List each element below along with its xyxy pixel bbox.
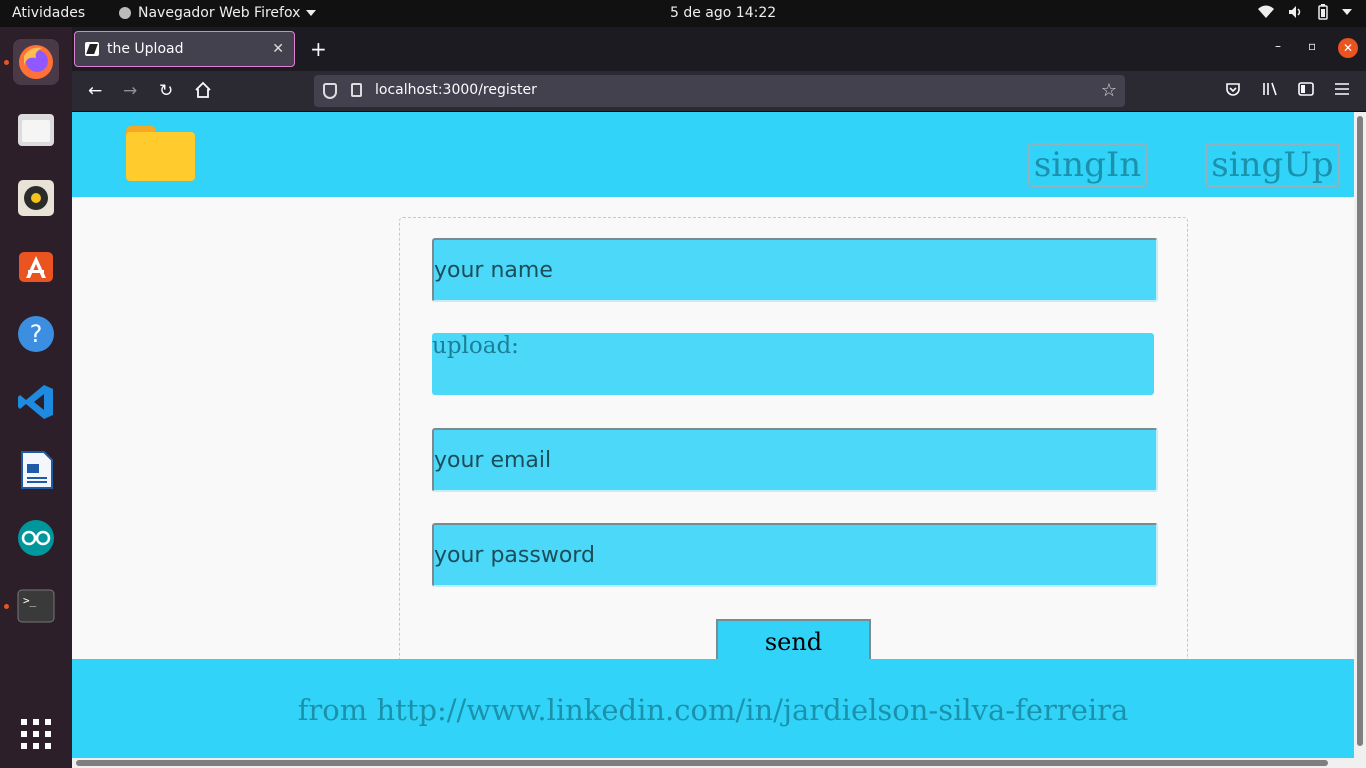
clock[interactable]: 5 de ago 14:22: [670, 5, 776, 21]
files-icon[interactable]: [13, 107, 59, 153]
back-arrow-icon[interactable]: ←: [88, 81, 102, 101]
firefox-icon[interactable]: [13, 39, 59, 85]
site-footer: from http://www.linkedin.com/in/jardiels…: [72, 659, 1354, 758]
new-tab-plus-icon[interactable]: +: [310, 37, 327, 61]
volume-icon: [1289, 6, 1301, 18]
activities-button[interactable]: Atividades: [12, 5, 85, 21]
send-button[interactable]: send: [716, 619, 871, 663]
page-favicon-icon: [85, 42, 99, 56]
help-icon[interactable]: ?: [13, 311, 59, 357]
svg-text:?: ?: [30, 320, 43, 348]
svg-text:>_: >_: [23, 594, 37, 607]
software-center-icon[interactable]: [13, 243, 59, 289]
horizontal-scrollbar[interactable]: [72, 758, 1366, 768]
wifi-icon: [1258, 5, 1274, 18]
forward-arrow-icon[interactable]: →: [123, 81, 137, 101]
tab-bar: the Upload ✕ + – ▫ ✕: [72, 27, 1366, 71]
home-icon[interactable]: [194, 81, 212, 104]
rhythmbox-icon[interactable]: [13, 175, 59, 221]
sidebar-icon[interactable]: [1298, 81, 1314, 101]
sign-in-button[interactable]: singIn: [1028, 143, 1147, 187]
url-text: localhost:3000/register: [375, 82, 537, 98]
navigation-toolbar: ← → ↻ localhost:3000/register ☆: [72, 71, 1366, 112]
firefox-app-icon: [119, 7, 131, 19]
vscode-icon[interactable]: [13, 379, 59, 425]
window-close-icon[interactable]: ✕: [1338, 38, 1358, 58]
hamburger-menu-icon[interactable]: [1334, 81, 1350, 101]
email-field[interactable]: [432, 428, 1158, 492]
register-form: upload: send: [399, 217, 1188, 663]
upload-field[interactable]: upload:: [432, 333, 1154, 395]
page-info-icon[interactable]: [351, 83, 362, 97]
site-header: singIn singUp: [72, 112, 1354, 197]
page-viewport: singIn singUp upload: send from http://w…: [72, 112, 1354, 758]
library-icon[interactable]: [1262, 81, 1278, 101]
browser-tab[interactable]: the Upload ✕: [74, 31, 295, 67]
terminal-icon[interactable]: >_: [13, 583, 59, 629]
upload-label: upload:: [432, 333, 519, 359]
pocket-icon[interactable]: [1225, 81, 1241, 101]
tab-title: the Upload: [107, 41, 184, 57]
running-indicator: [4, 60, 9, 65]
libreoffice-writer-icon[interactable]: [13, 447, 59, 493]
battery-icon: [1318, 4, 1328, 20]
sign-up-button[interactable]: singUp: [1205, 143, 1340, 187]
running-indicator: [4, 604, 9, 609]
url-bar[interactable]: localhost:3000/register ☆: [314, 75, 1125, 107]
name-field[interactable]: [432, 238, 1158, 302]
reload-icon[interactable]: ↻: [159, 81, 173, 101]
bookmark-star-icon[interactable]: ☆: [1101, 80, 1117, 101]
tracking-protection-shield-icon[interactable]: [323, 83, 337, 99]
system-menu[interactable]: [1258, 4, 1352, 20]
arduino-icon[interactable]: [13, 515, 59, 561]
restore-icon[interactable]: ▫: [1308, 39, 1316, 53]
minimize-icon[interactable]: –: [1275, 39, 1281, 53]
app-menu-label: Navegador Web Firefox: [138, 5, 301, 21]
dock: ? >_: [0, 27, 72, 768]
chevron-down-icon: [306, 10, 317, 16]
system-top-bar: Atividades Navegador Web Firefox 5 de ag…: [0, 0, 1366, 27]
app-grid-icon[interactable]: [13, 711, 59, 757]
vertical-scrollbar[interactable]: [1354, 112, 1366, 758]
close-icon[interactable]: ✕: [272, 41, 284, 57]
app-menu[interactable]: Navegador Web Firefox: [118, 5, 317, 21]
chevron-down-icon: [1342, 9, 1352, 15]
folder-logo-icon[interactable]: [126, 126, 195, 181]
footer-credit: from http://www.linkedin.com/in/jardiels…: [297, 693, 1129, 727]
password-field[interactable]: [432, 523, 1158, 587]
